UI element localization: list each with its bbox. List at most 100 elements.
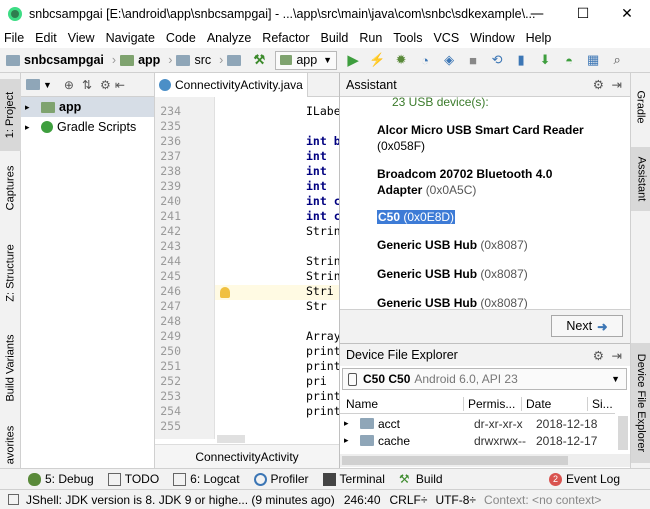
gradle-tool-tab[interactable]: Gradle <box>631 79 650 135</box>
project-panel-header: ▼ ⊕ ⇅ ⚙ ⇤ <box>21 73 154 97</box>
chevron-right-icon[interactable]: ▸ <box>340 435 354 446</box>
breadcrumb-src[interactable]: src <box>176 53 211 67</box>
vertical-scrollbar[interactable] <box>618 416 628 450</box>
editor-tab-connectivity[interactable]: ConnectivityActivity.java <box>155 72 308 97</box>
event-log-tab[interactable]: 2 Event Log <box>548 472 620 486</box>
assistant-tool-tab[interactable]: Assistant <box>631 147 650 211</box>
chevron-right-icon: › <box>168 53 173 67</box>
search-icon[interactable]: ⌕ <box>609 52 625 68</box>
tree-item-app[interactable]: ▸ app <box>21 97 154 117</box>
line-separator[interactable]: CRLF÷ <box>390 493 428 507</box>
locate-icon[interactable]: ⊕ <box>64 78 74 92</box>
terminal-tab[interactable]: Terminal <box>322 472 385 486</box>
collapse-all-icon[interactable]: ⇅ <box>82 78 92 92</box>
sync-icon[interactable]: ⟲ <box>489 52 505 68</box>
debug-tab[interactable]: 5: Debug <box>28 472 94 486</box>
menu-vcs[interactable]: VCS <box>433 31 459 45</box>
minimize-button[interactable]: — <box>514 0 560 28</box>
toggle-tool-windows-icon[interactable] <box>8 494 19 505</box>
project-structure-icon[interactable]: ▦ <box>585 52 601 68</box>
file-row[interactable]: ▸ cache drwxrwx-- 2018-12-17 <box>340 432 615 449</box>
status-message[interactable]: JShell: JDK version is 8. JDK 9 or highe… <box>26 493 335 507</box>
logcat-tab[interactable]: 6: Logcat <box>173 472 240 486</box>
attach-debugger-icon[interactable]: ◈ <box>441 52 457 68</box>
menu-run[interactable]: Run <box>359 31 382 45</box>
menu-bar: File Edit View Navigate Code Analyze Ref… <box>0 28 650 48</box>
hide-icon[interactable]: ⇥ <box>612 77 622 92</box>
device-item: Alcor Micro USB Smart Card Reader <box>377 123 584 137</box>
device-item: Generic USB Hub (0x8087) <box>377 296 528 310</box>
module-folder-icon <box>41 101 55 113</box>
make-project-icon[interactable]: ⚒ <box>251 52 267 68</box>
gear-icon[interactable]: ⚙ <box>593 77 604 92</box>
stop-icon[interactable]: ■ <box>465 52 481 68</box>
terminal-icon <box>322 472 336 486</box>
profiler-tab[interactable]: Profiler <box>253 472 309 486</box>
device-item-selected: C50 (0x0E8D) <box>377 210 456 224</box>
menu-tools[interactable]: Tools <box>393 31 422 45</box>
todo-tab[interactable]: TODO <box>107 472 159 486</box>
device-file-explorer-tool-tab[interactable]: Device File Explorer <box>631 343 650 463</box>
chevron-down-icon[interactable]: ▼ <box>43 80 52 90</box>
col-date[interactable]: Date <box>522 396 588 411</box>
run-icon[interactable]: ▶ <box>345 52 361 69</box>
gear-icon[interactable]: ⚙ <box>100 78 111 92</box>
menu-help[interactable]: Help <box>526 31 552 45</box>
hide-icon[interactable]: ⇤ <box>115 78 125 92</box>
menu-window[interactable]: Window <box>470 31 514 45</box>
file-encoding[interactable]: UTF-8÷ <box>435 493 476 507</box>
menu-navigate[interactable]: Navigate <box>106 31 155 45</box>
chevron-right-icon[interactable]: ▸ <box>25 102 37 113</box>
next-button[interactable]: Next ➜ <box>551 315 623 337</box>
captures-tool-tab[interactable]: Captures <box>0 153 21 223</box>
caret-position[interactable]: 246:40 <box>344 493 381 507</box>
menu-edit[interactable]: Edit <box>35 31 57 45</box>
debug-icon[interactable]: ✹ <box>393 52 409 68</box>
menu-refactor[interactable]: Refactor <box>262 31 309 45</box>
device-select[interactable]: C50 C50 Android 6.0, API 23 ▼ <box>342 368 627 390</box>
run-config-select[interactable]: app ▼ <box>275 50 338 70</box>
close-button[interactable]: ✕ <box>604 0 650 28</box>
menu-code[interactable]: Code <box>166 31 196 45</box>
folder-icon <box>360 435 374 446</box>
project-tool-tab[interactable]: 1: Project <box>0 79 21 151</box>
col-permissions[interactable]: Permis... <box>464 396 522 411</box>
horizontal-scrollbar[interactable] <box>342 456 568 465</box>
chevron-right-icon[interactable]: ▸ <box>25 122 37 133</box>
breadcrumb-project[interactable]: snbcsampgai <box>6 53 104 67</box>
build-variants-tool-tab[interactable]: Build Variants <box>0 323 21 413</box>
intention-bulb-icon[interactable] <box>220 287 230 298</box>
assistant-title: Assistant <box>346 77 397 92</box>
gradle-icon <box>41 121 53 133</box>
maximize-button[interactable]: ☐ <box>560 0 606 28</box>
horizontal-scrollbar[interactable] <box>217 435 245 443</box>
menu-analyze[interactable]: Analyze <box>207 31 251 45</box>
apply-changes-icon[interactable]: ⚡ <box>369 52 385 68</box>
android-icon[interactable]: ◓ <box>561 52 577 68</box>
menu-build[interactable]: Build <box>321 31 349 45</box>
project-panel: ▼ ⊕ ⇅ ⚙ ⇤ ▸ app ▸ Gradle Scripts <box>21 73 155 468</box>
breadcrumb-module[interactable]: app <box>120 53 160 67</box>
favorites-tool-tab[interactable]: avorites <box>0 423 21 467</box>
class-icon <box>159 78 171 91</box>
context-indicator[interactable]: Context: <no context> <box>484 493 601 507</box>
sdk-manager-icon[interactable]: ⬇ <box>537 52 553 68</box>
menu-view[interactable]: View <box>68 31 95 45</box>
tree-item-gradle-scripts[interactable]: ▸ Gradle Scripts <box>21 117 154 137</box>
col-size[interactable]: Si... <box>588 397 614 411</box>
avd-manager-icon[interactable]: ▮ <box>513 52 529 68</box>
breadcrumb-class[interactable]: ConnectivityActivity <box>195 450 298 464</box>
col-name[interactable]: Name <box>340 396 464 411</box>
device-item: Broadcom 20702 Bluetooth 4.0 <box>377 167 553 181</box>
build-tab[interactable]: ⚒ Build <box>399 472 443 486</box>
file-row[interactable]: ▸ acct dr-xr-xr-x 2018-12-18 <box>340 415 615 432</box>
code-area[interactable]: ILabe int b int int int int c int c Stri… <box>155 97 341 439</box>
chevron-right-icon[interactable]: ▸ <box>340 418 354 429</box>
toolbar: snbcsampgai › app › src › ⚒ app ▼ ▶ ⚡ ✹ … <box>0 48 650 73</box>
profile-icon[interactable]: ◔ <box>417 52 433 68</box>
hide-icon[interactable]: ⇥ <box>612 348 622 363</box>
editor: ConnectivityActivity.java 234 235 236 23… <box>155 72 341 468</box>
menu-file[interactable]: File <box>4 31 24 45</box>
structure-tool-tab[interactable]: Z: Structure <box>0 233 21 313</box>
gear-icon[interactable]: ⚙ <box>593 348 604 363</box>
